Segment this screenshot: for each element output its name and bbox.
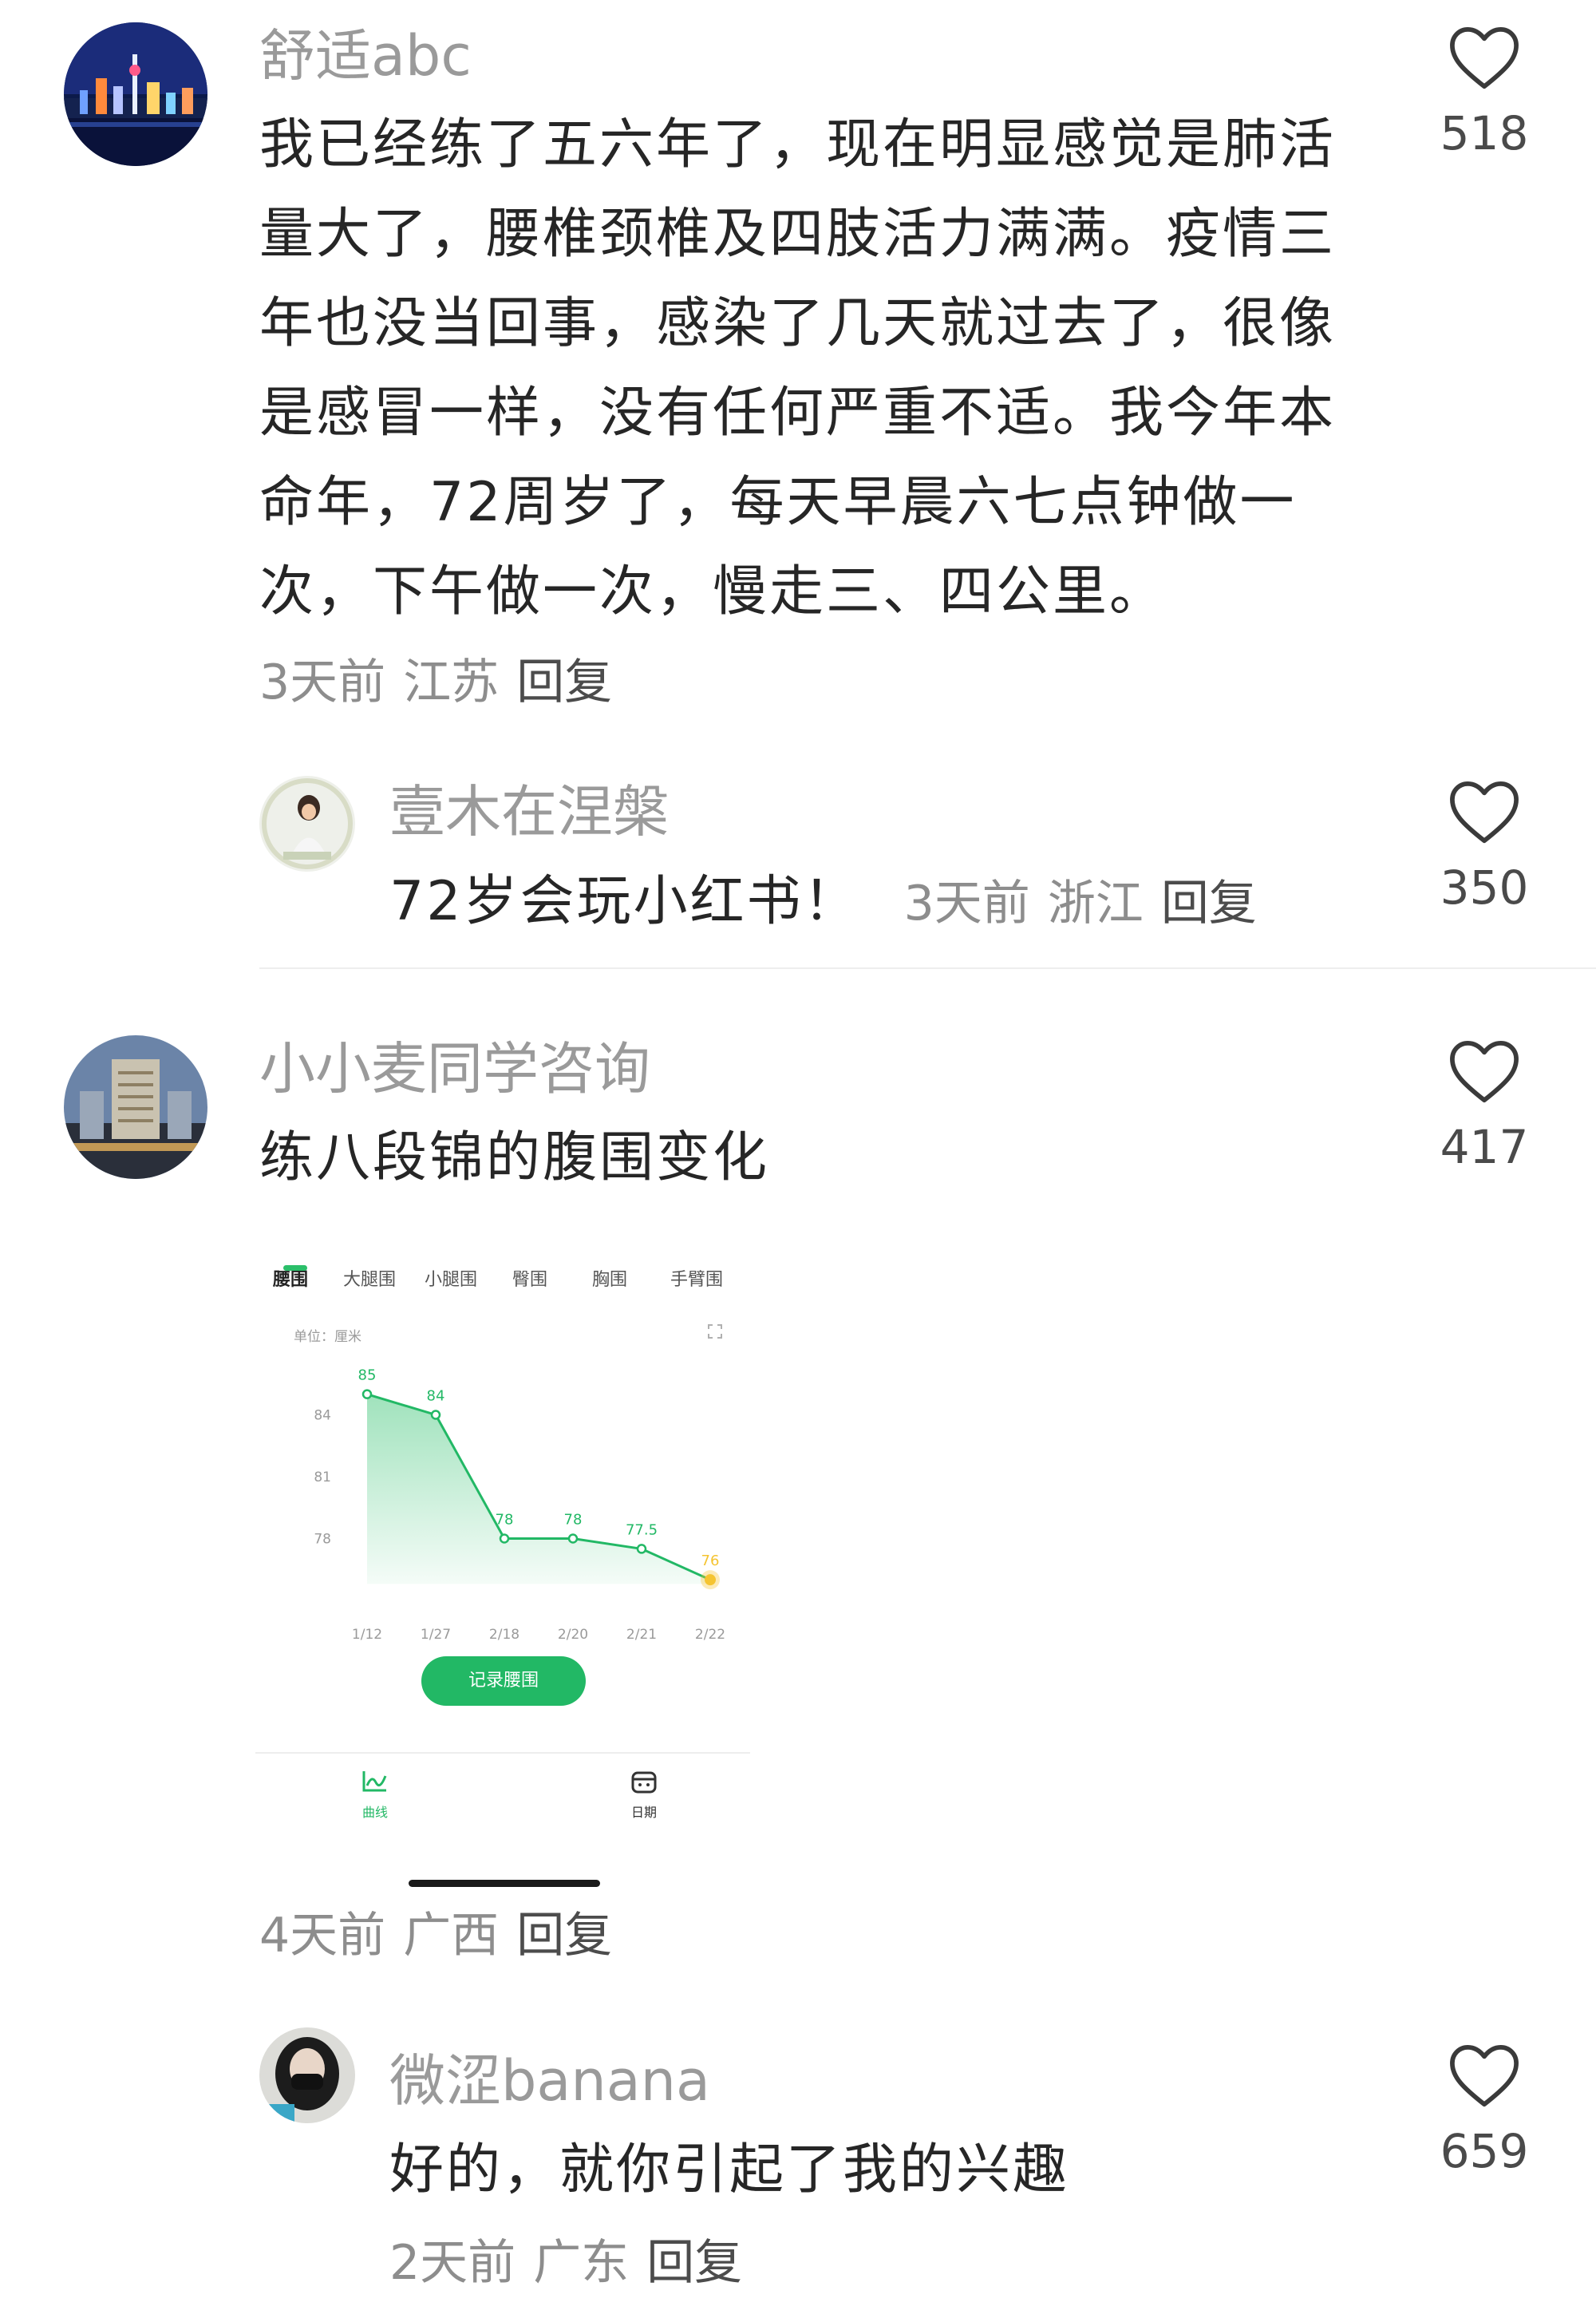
- nav-tab-date[interactable]: 日期: [612, 1768, 676, 1821]
- chart-point: [567, 1533, 579, 1544]
- avatar[interactable]: [259, 776, 355, 872]
- home-indicator: [409, 1880, 600, 1887]
- comment-time: 2天前: [389, 2235, 516, 2291]
- chart-point: [705, 1574, 716, 1586]
- comment-text-line: 是感冒一样，没有任何严重不适。我今年本: [259, 382, 1337, 445]
- comment-meta: 3天前 江苏 回复: [259, 655, 612, 710]
- reply-button[interactable]: 回复: [1161, 876, 1257, 932]
- chart-data-label: 78: [496, 1512, 514, 1529]
- heart-icon: [1450, 1041, 1519, 1103]
- comment-text-line: 量大了，腰椎颈椎及四肢活力满满。疫情三: [259, 203, 1337, 266]
- reply-button[interactable]: 回复: [516, 1908, 612, 1964]
- chart-point: [499, 1533, 510, 1544]
- chart-ytick-label: 81: [314, 1469, 331, 1485]
- chart-xtick-label: 2/20: [558, 1627, 588, 1643]
- reply-username[interactable]: 壹木在涅槃: [389, 778, 669, 845]
- chart-point: [430, 1410, 441, 1420]
- like-count: 659: [1440, 2124, 1529, 2178]
- avatar[interactable]: [259, 2027, 355, 2123]
- comment-location: 广东: [533, 2235, 630, 2291]
- comment-username[interactable]: 舒适abc: [259, 22, 472, 89]
- comment-time: 4天前: [259, 1908, 386, 1964]
- comment-text: 练八段锦的腹围变化: [259, 1126, 770, 1189]
- reply-body-row: 72岁会玩小红书！ 3天前 浙江 回复: [389, 866, 1257, 938]
- avatar[interactable]: [64, 22, 207, 166]
- avatar[interactable]: [64, 1035, 207, 1179]
- comment-meta: 4天前 广西 回复: [259, 1908, 612, 1964]
- comment-text-line: 次，下午做一次，慢走三、四公里。: [259, 560, 1167, 623]
- comment-location: 广西: [403, 1908, 500, 1964]
- heart-icon: [1450, 781, 1519, 844]
- chart-point: [361, 1389, 373, 1399]
- record-waist-button[interactable]: 记录腰围: [421, 1656, 586, 1706]
- nav-tab-label: 日期: [630, 1805, 657, 1820]
- city-night-avatar-image: [64, 22, 207, 166]
- comment-text-line: 我已经练了五六年了，现在明显感觉是肺活: [259, 113, 1337, 176]
- like-button[interactable]: 659: [1428, 2042, 1540, 2179]
- chart-xtick-label: 1/12: [352, 1627, 382, 1643]
- nav-divider: [255, 1752, 750, 1754]
- masked-person-avatar-image: [259, 2027, 355, 2123]
- nav-tab-label: 曲线: [361, 1805, 388, 1820]
- chart-xtick-label: 1/27: [421, 1627, 451, 1643]
- chart-ytick-label: 84: [314, 1408, 331, 1424]
- like-count: 518: [1440, 106, 1529, 160]
- like-button[interactable]: 350: [1428, 778, 1540, 916]
- woman-avatar-image: [259, 776, 355, 872]
- building-avatar-image: [64, 1035, 207, 1179]
- chart-data-label: 85: [358, 1367, 377, 1384]
- chart-xtick-label: 2/22: [695, 1627, 725, 1643]
- chart-xtick-label: 2/18: [489, 1627, 519, 1643]
- chart-xtick-label: 2/21: [626, 1627, 657, 1643]
- like-button[interactable]: 417: [1428, 1038, 1540, 1175]
- chart-data-label: 77.5: [626, 1521, 658, 1538]
- reply-text: 好的，就你引起了我的兴趣: [389, 2138, 1070, 2201]
- comment-body: 我已经练了五六年了，现在明显感觉是肺活 量大了，腰椎颈椎及四肢活力满满。疫情三 …: [259, 101, 1377, 637]
- comment-location: 江苏: [403, 655, 500, 710]
- chart-ytick-label: 78: [314, 1532, 331, 1548]
- chart-data-label: 84: [427, 1388, 445, 1405]
- heart-icon: [1450, 2045, 1519, 2107]
- chart-data-label: 78: [564, 1512, 583, 1529]
- comment-divider: [259, 967, 1596, 969]
- comment-text-line: 年也没当回事，感染了几天就过去了，很像: [259, 292, 1337, 355]
- comment-image-screenshot[interactable]: 腰围 大腿围 小腿围 臀围 胸围 手臂围 单位：厘米 848178 1/1220…: [255, 1233, 750, 1876]
- like-count: 417: [1440, 1120, 1529, 1174]
- calendar-icon: [631, 1771, 657, 1794]
- chart-point: [636, 1544, 647, 1554]
- reply-text: 72岁会玩小红书！: [389, 870, 860, 933]
- curve-chart-icon: [362, 1771, 387, 1792]
- like-count: 350: [1440, 860, 1529, 915]
- reply-username[interactable]: 微涩banana: [389, 2047, 710, 2114]
- comment-text-line: 命年，72周岁了，每天早晨六七点钟做一: [259, 471, 1297, 534]
- comment-username[interactable]: 小小麦同学咨询: [259, 1035, 650, 1102]
- comment-time: 3天前: [903, 876, 1030, 932]
- reply-button[interactable]: 回复: [646, 2235, 742, 2291]
- comment-meta: 2天前 广东 回复: [389, 2235, 742, 2291]
- chart-data-label: 76: [701, 1553, 720, 1569]
- nav-tab-curve[interactable]: 曲线: [343, 1768, 407, 1821]
- waist-chart: 848178 1/1220241/2720242/1820242/2020242…: [314, 1367, 725, 1643]
- like-button[interactable]: 518: [1428, 24, 1540, 161]
- comment-location: 浙江: [1047, 876, 1144, 932]
- heart-icon: [1450, 27, 1519, 89]
- comment-meta: 3天前 浙江 回复: [904, 876, 1257, 932]
- reply-button[interactable]: 回复: [516, 655, 612, 710]
- comment-time: 3天前: [259, 655, 386, 710]
